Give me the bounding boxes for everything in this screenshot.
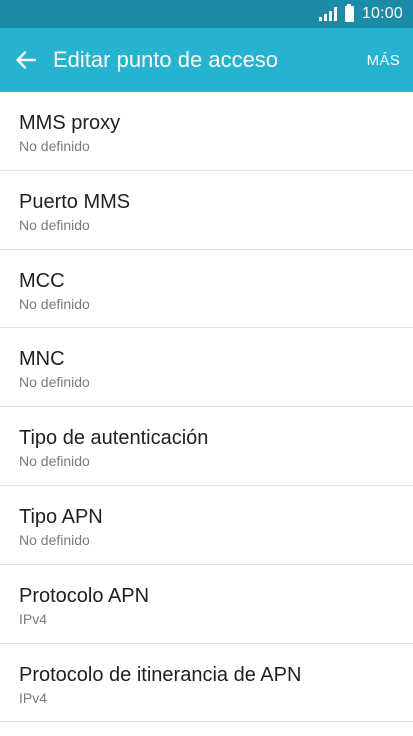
back-button[interactable] bbox=[0, 28, 54, 92]
app-bar: Editar punto de acceso MÁS bbox=[0, 28, 413, 92]
setting-title: Tipo de autenticación bbox=[19, 427, 209, 450]
setting-value: IPv4 bbox=[19, 689, 48, 706]
setting-title: Puerto MMS bbox=[19, 190, 131, 213]
setting-value: No definido bbox=[19, 138, 90, 154]
setting-mms-proxy[interactable]: MMS proxy No definido bbox=[0, 92, 413, 171]
setting-mcc[interactable]: MCC No definido bbox=[0, 250, 413, 329]
setting-value: IPv4 bbox=[19, 610, 48, 627]
setting-title: Protocolo de itinerancia de APN bbox=[19, 663, 302, 686]
setting-value: No definido bbox=[19, 216, 90, 233]
apn-settings-list: MMS proxy No definido Puerto MMS No defi… bbox=[0, 92, 413, 723]
more-button[interactable]: MÁS bbox=[367, 52, 400, 69]
battery-icon bbox=[344, 4, 354, 22]
setting-title: MNC bbox=[19, 348, 65, 371]
setting-value: No definido bbox=[19, 531, 90, 548]
setting-auth-type[interactable]: Tipo de autenticación No definido bbox=[0, 407, 413, 486]
setting-title: Tipo APN bbox=[19, 505, 103, 528]
setting-apn-roaming-protocol[interactable]: Protocolo de itinerancia de APN IPv4 bbox=[0, 644, 413, 723]
arrow-back-icon bbox=[16, 51, 36, 69]
page-title: Editar punto de acceso bbox=[53, 47, 279, 72]
setting-apn-protocol[interactable]: Protocolo APN IPv4 bbox=[0, 565, 413, 644]
status-time: 10:00 bbox=[361, 5, 403, 22]
setting-title: MMS proxy bbox=[19, 112, 121, 134]
status-bar: 10:00 bbox=[0, 0, 413, 28]
signal-icon bbox=[318, 7, 337, 21]
setting-value: No definido bbox=[19, 453, 90, 470]
setting-mms-port[interactable]: Puerto MMS No definido bbox=[0, 171, 413, 250]
setting-apn-type[interactable]: Tipo APN No definido bbox=[0, 486, 413, 565]
setting-value: No definido bbox=[19, 295, 90, 312]
setting-title: Protocolo APN bbox=[19, 584, 150, 607]
setting-mnc[interactable]: MNC No definido bbox=[0, 328, 413, 408]
setting-value: No definido bbox=[19, 374, 90, 391]
setting-title: MCC bbox=[19, 269, 65, 292]
